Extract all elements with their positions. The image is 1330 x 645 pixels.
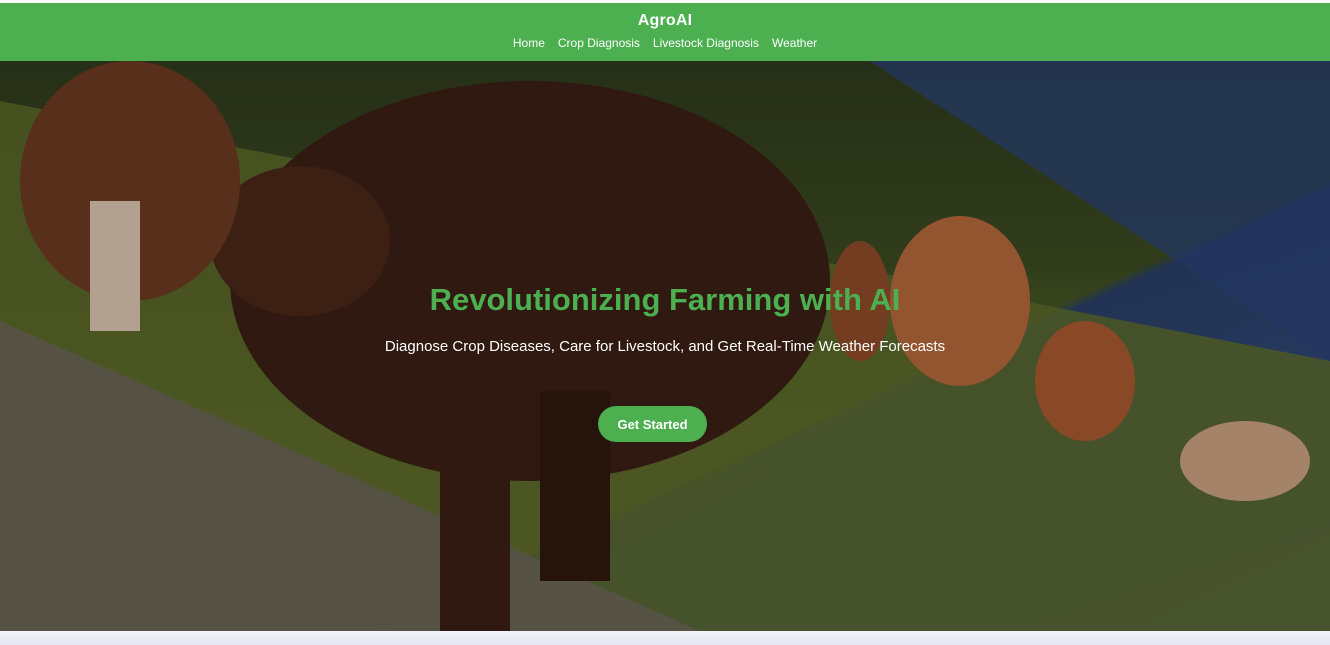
hero-subtitle: Diagnose Crop Diseases, Care for Livesto… <box>384 338 946 355</box>
nav-link-weather[interactable]: Weather <box>772 36 817 50</box>
bottom-strip <box>0 631 1330 645</box>
hero-title: Revolutionizing Farming with AI <box>429 282 901 317</box>
main-nav: Home Crop Diagnosis Livestock Diagnosis … <box>0 36 1330 50</box>
nav-link-livestock-diagnosis[interactable]: Livestock Diagnosis <box>653 36 759 50</box>
hero-section: Revolutionizing Farming with AI Diagnose… <box>0 61 1330 631</box>
get-started-button[interactable]: Get Started <box>598 406 707 442</box>
nav-link-crop-diagnosis[interactable]: Crop Diagnosis <box>558 36 640 50</box>
nav-link-home[interactable]: Home <box>513 36 545 50</box>
brand-logo-text[interactable]: AgroAI <box>0 12 1330 30</box>
site-header: AgroAI Home Crop Diagnosis Livestock Dia… <box>0 3 1330 61</box>
